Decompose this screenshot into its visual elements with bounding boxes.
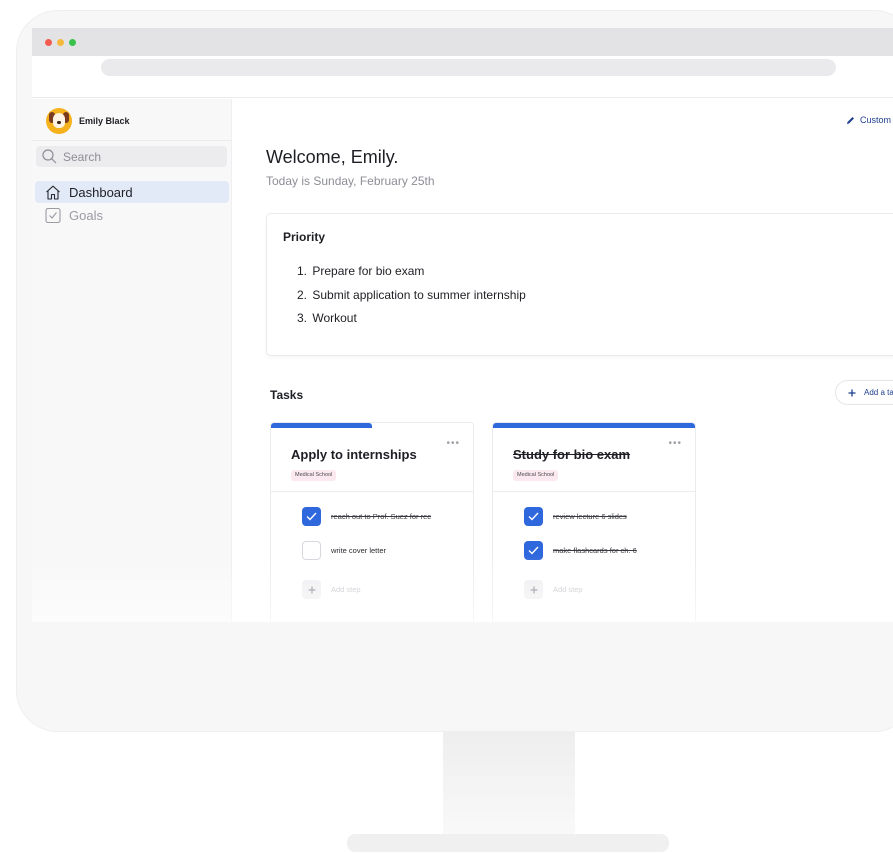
divider bbox=[493, 491, 695, 492]
priority-item[interactable]: 3. Workout bbox=[297, 310, 526, 334]
step-label: review lecture 6 slides bbox=[553, 512, 627, 521]
check-icon bbox=[528, 546, 539, 555]
task-step: make flashcards for ch. 6 bbox=[524, 541, 637, 560]
user-profile[interactable]: Emily Black bbox=[46, 108, 130, 134]
task-step: review lecture 6 slides bbox=[524, 507, 627, 526]
add-task-button[interactable]: Add a ta bbox=[835, 380, 893, 405]
check-icon bbox=[306, 512, 317, 521]
checkbox-icon bbox=[45, 207, 61, 223]
task-card[interactable]: ••• Study for bio exam Medical School re… bbox=[492, 422, 696, 622]
search-placeholder: Search bbox=[63, 149, 102, 164]
task-progress-bar bbox=[493, 423, 695, 428]
browser-chrome bbox=[32, 28, 893, 98]
maximize-window-button[interactable] bbox=[69, 39, 76, 46]
step-label: write cover letter bbox=[331, 546, 387, 555]
task-tag[interactable]: Medical School bbox=[513, 470, 559, 481]
step-checkbox[interactable] bbox=[524, 507, 543, 526]
plus-icon bbox=[848, 389, 856, 396]
task-card[interactable]: ••• Apply to internships Medical School … bbox=[270, 422, 474, 622]
priority-item[interactable]: 1. Prepare for bio exam bbox=[297, 263, 526, 287]
task-title: Study for bio exam bbox=[513, 447, 631, 462]
plus-icon bbox=[302, 580, 321, 599]
step-checkbox[interactable] bbox=[302, 507, 321, 526]
add-step-label: Add step bbox=[331, 585, 361, 594]
priority-title: Priority bbox=[283, 230, 326, 244]
priority-item[interactable]: 2. Submit application to summer internsh… bbox=[297, 287, 526, 311]
search-icon bbox=[42, 149, 57, 164]
check-icon bbox=[528, 512, 539, 521]
tasks-title: Tasks bbox=[270, 388, 304, 402]
search-input[interactable]: Search bbox=[36, 146, 227, 167]
address-bar[interactable] bbox=[101, 59, 836, 76]
step-label: reach out to Prof. Suez for rec bbox=[331, 512, 432, 521]
more-options-icon[interactable]: ••• bbox=[446, 438, 460, 449]
task-step: write cover letter bbox=[302, 541, 386, 560]
plus-icon bbox=[524, 580, 543, 599]
add-step-button[interactable]: Add step bbox=[302, 580, 361, 599]
step-label: make flashcards for ch. 6 bbox=[553, 546, 637, 555]
monitor-stand bbox=[443, 732, 575, 836]
customize-label: Custom bbox=[860, 115, 892, 125]
add-step-button[interactable]: Add step bbox=[524, 580, 583, 599]
step-checkbox[interactable] bbox=[524, 541, 543, 560]
sidebar-item-goals[interactable]: Goals bbox=[35, 204, 229, 226]
window-titlebar bbox=[32, 28, 893, 56]
sidebar: Emily Black Search Dashboard Goals bbox=[32, 99, 232, 622]
task-step: reach out to Prof. Suez for rec bbox=[302, 507, 431, 526]
task-tag[interactable]: Medical School bbox=[291, 470, 337, 481]
page-title: Welcome, Emily. bbox=[266, 147, 399, 167]
more-options-icon[interactable]: ••• bbox=[668, 438, 682, 449]
customize-button[interactable]: Custom bbox=[846, 115, 891, 125]
sidebar-item-dashboard[interactable]: Dashboard bbox=[35, 181, 229, 203]
pencil-icon bbox=[847, 116, 854, 124]
task-title: Apply to internships bbox=[291, 447, 417, 462]
divider bbox=[32, 140, 231, 141]
divider bbox=[271, 491, 473, 492]
main-content: Custom Welcome, Emily. Today is Sunday, … bbox=[232, 99, 893, 622]
task-progress-bar bbox=[271, 423, 473, 428]
priority-card: Priority 1. Prepare for bio exam 2. Subm… bbox=[266, 213, 893, 356]
sidebar-item-label: Dashboard bbox=[69, 184, 133, 200]
home-icon bbox=[46, 185, 60, 200]
sidebar-item-label: Goals bbox=[69, 207, 103, 223]
monitor-base bbox=[347, 834, 669, 852]
minimize-window-button[interactable] bbox=[57, 39, 64, 46]
screen: Emily Black Search Dashboard Goals Custo… bbox=[32, 28, 893, 622]
add-step-label: Add step bbox=[553, 585, 583, 594]
date-subtitle: Today is Sunday, February 25th bbox=[266, 174, 435, 188]
add-task-label: Add a ta bbox=[864, 388, 893, 397]
step-checkbox[interactable] bbox=[302, 541, 321, 560]
close-window-button[interactable] bbox=[45, 39, 52, 46]
priority-list: 1. Prepare for bio exam 2. Submit applic… bbox=[297, 263, 526, 334]
dog-avatar-icon bbox=[46, 108, 72, 134]
user-name: Emily Black bbox=[79, 116, 130, 126]
